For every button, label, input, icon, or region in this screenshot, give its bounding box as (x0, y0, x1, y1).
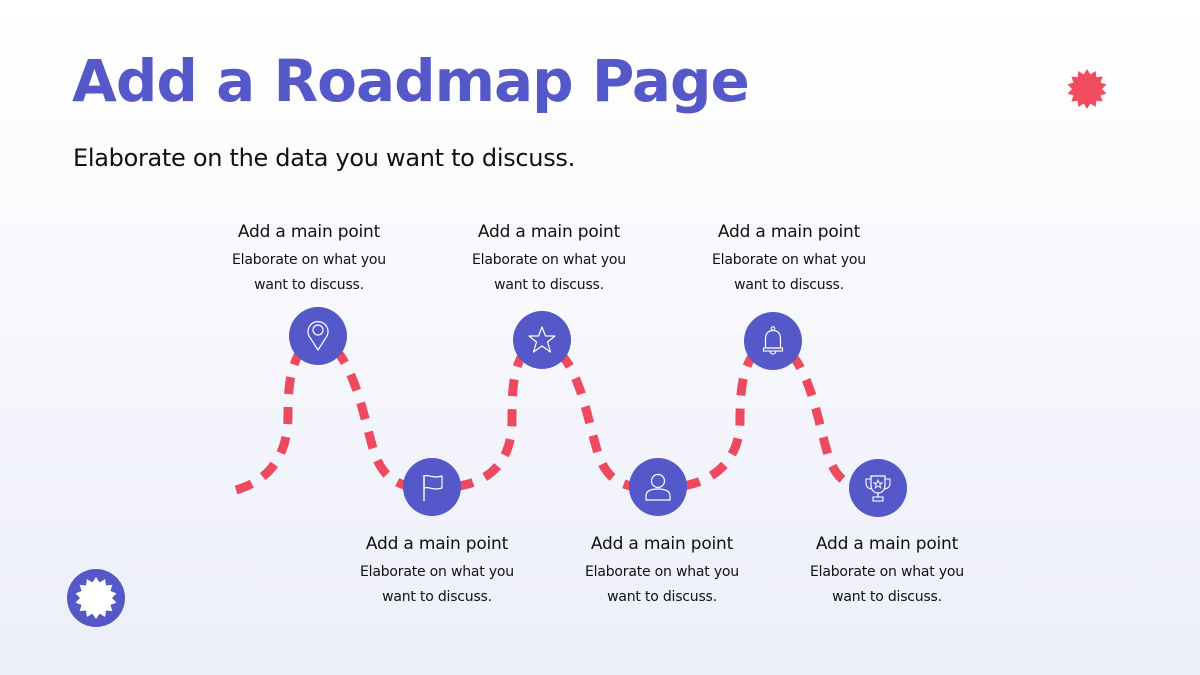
milestone-heading: Add a main point (717, 222, 861, 242)
milestone-desc-line2: want to discuss. (734, 277, 844, 293)
milestone-label-2: Add a main point Elaborate on what you w… (327, 533, 547, 610)
milestone-label-4: Add a main point Elaborate on what you w… (552, 533, 772, 610)
milestone-label-1: Add a main point Elaborate on what you w… (199, 221, 419, 298)
milestone-heading: Add a main point (365, 534, 509, 554)
milestone-node-5[interactable] (744, 312, 802, 370)
milestone-desc-line2: want to discuss. (832, 589, 942, 605)
milestone-heading: Add a main point (237, 222, 381, 242)
trophy-icon (865, 475, 891, 502)
milestone-desc-line1: Elaborate on what you (360, 564, 514, 580)
location-pin-icon (307, 321, 329, 351)
milestone-desc-line1: Elaborate on what you (232, 252, 386, 268)
milestone-desc-line1: Elaborate on what you (472, 252, 626, 268)
milestone-desc-line2: want to discuss. (607, 589, 717, 605)
milestone-desc-line1: Elaborate on what you (810, 564, 964, 580)
milestone-desc-line2: want to discuss. (254, 277, 364, 293)
milestone-desc-line1: Elaborate on what you (712, 252, 866, 268)
milestone-desc-line2: want to discuss. (382, 589, 492, 605)
milestone-label-3: Add a main point Elaborate on what you w… (439, 221, 659, 298)
milestone-label-6: Add a main point Elaborate on what you w… (777, 533, 997, 610)
bell-icon (762, 326, 784, 355)
milestone-node-1[interactable] (289, 307, 347, 365)
milestone-node-2[interactable] (403, 458, 461, 516)
milestone-node-4[interactable] (629, 458, 687, 516)
person-icon (645, 473, 671, 501)
milestone-node-3[interactable] (513, 311, 571, 369)
star-icon (528, 326, 556, 353)
milestone-node-6[interactable] (849, 459, 907, 517)
milestone-heading: Add a main point (477, 222, 621, 242)
milestone-label-5: Add a main point Elaborate on what you w… (679, 221, 899, 298)
milestone-heading: Add a main point (590, 534, 734, 554)
milestone-heading: Add a main point (815, 534, 959, 554)
flag-icon (423, 474, 443, 501)
milestone-desc-line1: Elaborate on what you (585, 564, 739, 580)
milestone-desc-line2: want to discuss. (494, 277, 604, 293)
